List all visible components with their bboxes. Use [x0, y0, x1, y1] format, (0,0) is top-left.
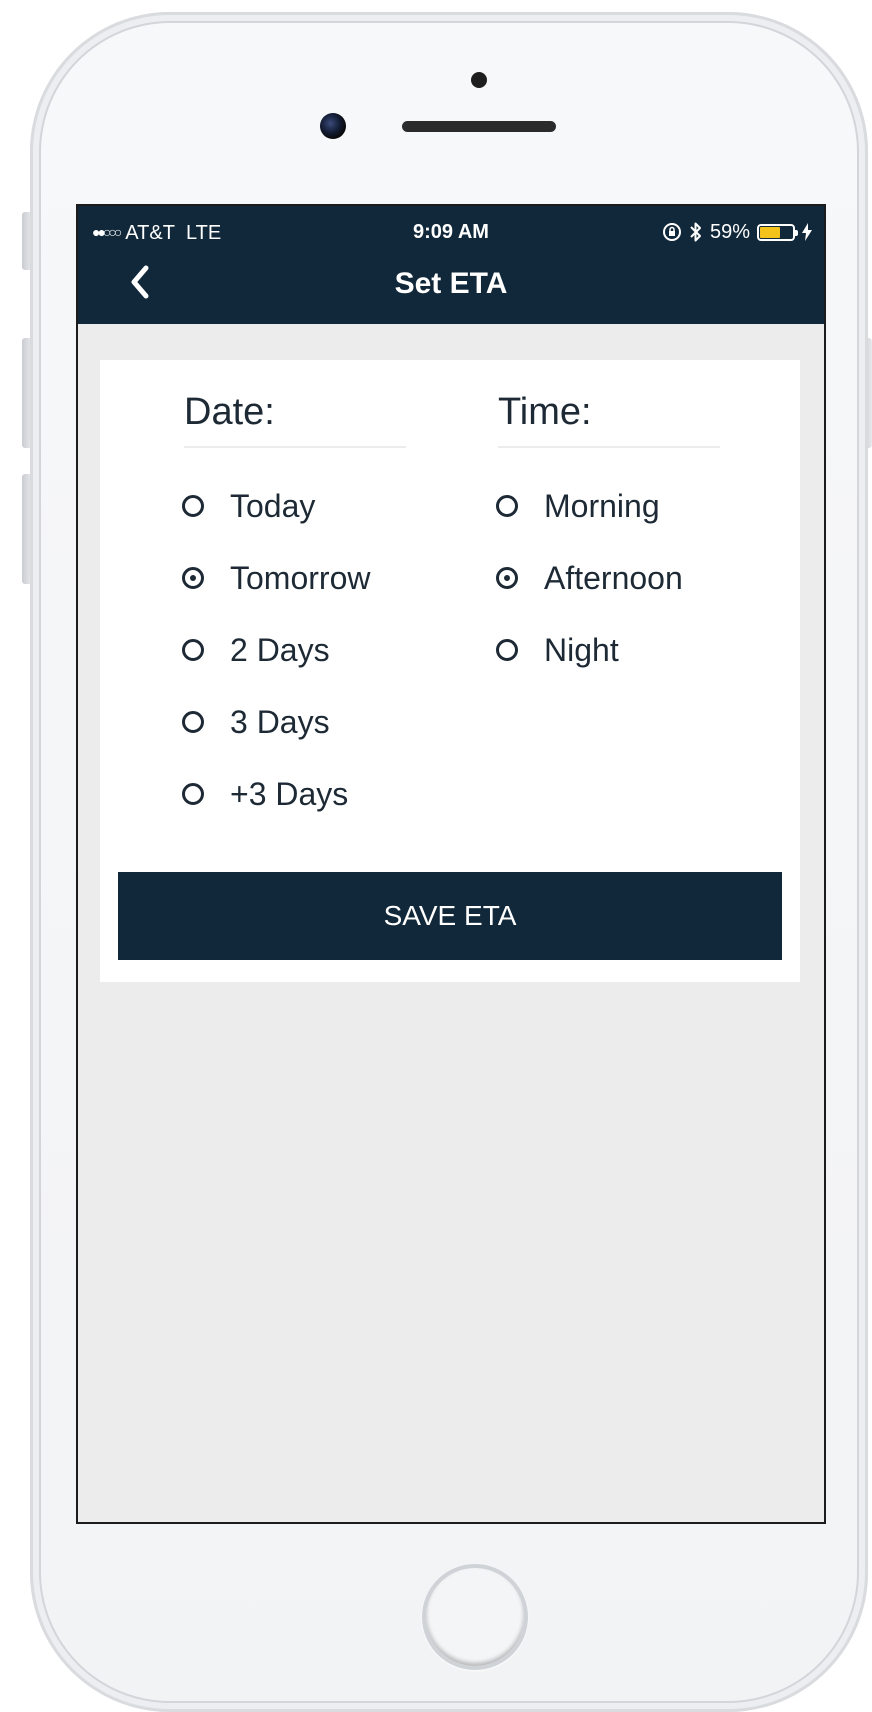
- date-option-label: Today: [230, 487, 316, 524]
- radio-icon[interactable]: [496, 639, 518, 661]
- date-option-plus-3-days[interactable]: +3 Days: [182, 758, 406, 830]
- time-heading: Time:: [498, 388, 720, 448]
- battery-tip: [795, 229, 798, 236]
- date-option-label: 3 Days: [230, 703, 330, 740]
- radio-icon[interactable]: [182, 495, 204, 517]
- date-options: Today Tomorrow 2 Days 3 Days +3 Days: [182, 470, 406, 830]
- time-option-label: Afternoon: [544, 559, 683, 596]
- date-option-3-days[interactable]: 3 Days: [182, 686, 406, 758]
- radio-icon[interactable]: [182, 711, 204, 733]
- battery-percent: 59%: [709, 221, 750, 243]
- time-column: Time: Morning Afternoon Night: [496, 388, 720, 686]
- eta-form-card: Date: Today Tomorrow 2 Days 3 Days +3 Da…: [100, 360, 800, 982]
- time-options: Morning Afternoon Night: [496, 470, 720, 686]
- date-option-2-days[interactable]: 2 Days: [182, 614, 406, 686]
- top-bar: ●●○○○ AT&T LTE 9:09 AM 59% Set ETA: [78, 206, 824, 324]
- radio-icon[interactable]: [496, 495, 518, 517]
- home-button[interactable]: [422, 1564, 528, 1670]
- earpiece-speaker: [402, 121, 556, 132]
- time-option-morning[interactable]: Morning: [496, 470, 720, 542]
- battery-icon: [757, 223, 798, 241]
- status-right: 59%: [662, 218, 812, 246]
- status-bar: ●●○○○ AT&T LTE 9:09 AM 59%: [78, 218, 824, 246]
- bluetooth-icon: [690, 222, 701, 242]
- date-option-tomorrow[interactable]: Tomorrow: [182, 542, 406, 614]
- navigation-bar: Set ETA: [78, 254, 824, 312]
- save-eta-button[interactable]: SAVE ETA: [118, 872, 782, 960]
- radio-icon[interactable]: [182, 783, 204, 805]
- proximity-sensor: [471, 72, 487, 88]
- radio-icon[interactable]: [496, 567, 518, 589]
- date-column: Date: Today Tomorrow 2 Days 3 Days +3 Da…: [182, 388, 406, 830]
- radio-icon[interactable]: [182, 567, 204, 589]
- time-option-label: Night: [544, 631, 619, 668]
- front-camera: [320, 113, 346, 139]
- page-title: Set ETA: [394, 267, 508, 300]
- time-option-afternoon[interactable]: Afternoon: [496, 542, 720, 614]
- date-option-label: Tomorrow: [230, 559, 371, 596]
- orientation-lock-icon: [662, 223, 681, 241]
- app-screen: ●●○○○ AT&T LTE 9:09 AM 59% Set ETA Date:…: [76, 204, 826, 1524]
- radio-icon[interactable]: [182, 639, 204, 661]
- date-option-label: 2 Days: [230, 631, 330, 668]
- date-option-label: +3 Days: [230, 775, 349, 812]
- device-mockup: ●●○○○ AT&T LTE 9:09 AM 59% Set ETA Date:…: [0, 0, 872, 1712]
- battery-level-fill: [760, 226, 781, 238]
- charging-bolt-icon: [802, 223, 812, 241]
- time-option-label: Morning: [544, 487, 660, 524]
- date-option-today[interactable]: Today: [182, 470, 406, 542]
- date-heading: Date:: [184, 388, 406, 448]
- time-option-night[interactable]: Night: [496, 614, 720, 686]
